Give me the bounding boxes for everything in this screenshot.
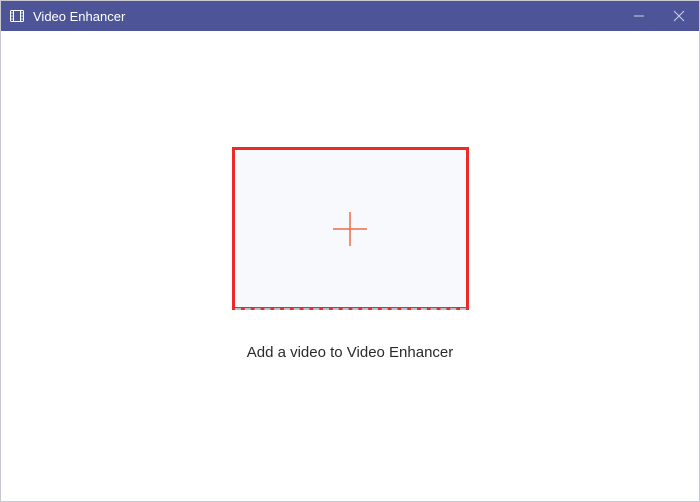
main-content: Add a video to Video Enhancer [1, 31, 699, 501]
close-button[interactable] [659, 1, 699, 31]
app-window: Video Enhancer Add a video to Video En [0, 0, 700, 502]
add-video-caption: Add a video to Video Enhancer [247, 344, 454, 361]
minimize-button[interactable] [619, 1, 659, 31]
app-icon [9, 8, 25, 24]
window-title: Video Enhancer [33, 9, 125, 24]
plus-icon [330, 209, 370, 249]
add-video-dropzone[interactable] [232, 147, 469, 310]
dropzone-bottom-edge [235, 308, 466, 310]
titlebar: Video Enhancer [1, 1, 699, 31]
